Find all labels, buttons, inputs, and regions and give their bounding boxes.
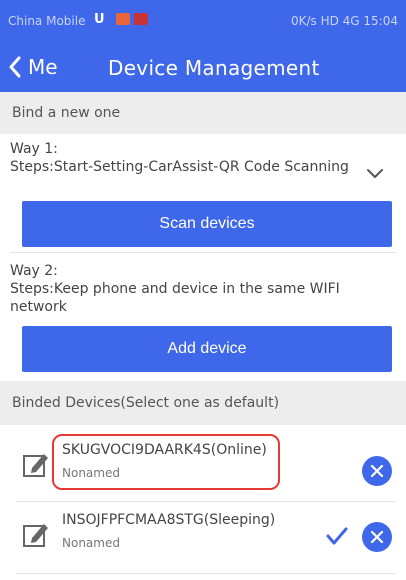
close-icon [370, 530, 384, 544]
close-icon [370, 464, 384, 478]
chevron-left-icon [9, 56, 21, 78]
network-status: 0K/s HD 4G 15:04 [290, 14, 398, 28]
divider [10, 252, 396, 253]
scan-devices-button[interactable]: Scan devices [22, 201, 392, 247]
carrier-badge: U [94, 12, 105, 27]
device-alias: Nonamed [62, 466, 120, 480]
page-title: Device Management [108, 56, 320, 80]
carrier-label: China Mobile [8, 14, 86, 28]
way2-title: Way 2: [10, 263, 58, 279]
divider [16, 573, 396, 574]
notification-icon [134, 13, 148, 25]
device-row[interactable]: INSOJFPFCMAA8STG(Sleeping) Nonamed [0, 502, 406, 576]
back-button[interactable]: Me [8, 52, 58, 82]
remove-device-button[interactable] [362, 522, 392, 552]
remove-device-button[interactable] [362, 456, 392, 486]
add-device-button[interactable]: Add device [22, 326, 392, 372]
binded-section-header: Binded Devices(Select one as default) [0, 381, 406, 425]
back-label: Me [28, 55, 58, 79]
device-alias: Nonamed [62, 536, 120, 550]
way1-steps: Steps:Start-Setting-CarAssist-QR Code Sc… [10, 159, 349, 175]
status-bar: China Mobile U 0K/s HD 4G 15:04 [0, 0, 406, 40]
chevron-down-icon[interactable] [366, 168, 384, 180]
notification-icon [116, 13, 130, 25]
checkmark-icon[interactable] [325, 525, 349, 547]
way2-steps: Steps:Keep phone and device in the same … [10, 281, 340, 315]
device-row[interactable]: SKUGVOCI9DAARK4S(Online) Nonamed [0, 432, 406, 506]
way1-title: Way 1: [10, 141, 58, 157]
edit-icon[interactable] [22, 520, 50, 548]
nav-bar: Me Device Management [0, 44, 406, 92]
edit-icon[interactable] [22, 450, 50, 478]
bind-section-header: Bind a new one [0, 92, 406, 134]
device-name: INSOJFPFCMAA8STG(Sleeping) [62, 512, 276, 528]
app-header: China Mobile U 0K/s HD 4G 15:04 Me Devic… [0, 0, 406, 92]
device-name: SKUGVOCI9DAARK4S(Online) [62, 442, 267, 458]
